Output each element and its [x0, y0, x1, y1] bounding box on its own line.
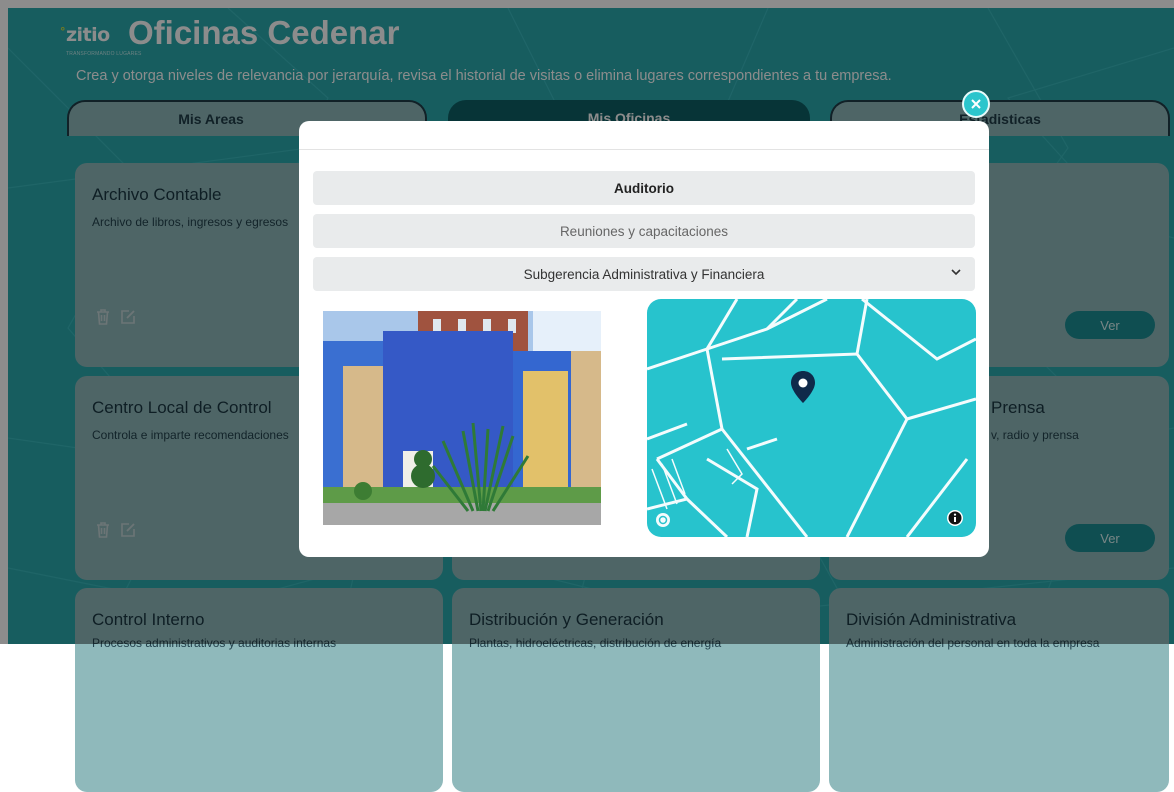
chevron-down-icon: [951, 269, 961, 276]
map-pin-icon[interactable]: [791, 371, 815, 405]
area-select-value: Subgerencia Administrativa y Financiera: [523, 266, 765, 282]
close-modal-button[interactable]: [962, 90, 990, 118]
office-name-field[interactable]: Auditorio: [313, 171, 975, 205]
office-detail-modal: Auditorio Reuniones y capacitaciones Sub…: [299, 121, 989, 557]
close-icon: [971, 99, 981, 109]
info-icon[interactable]: [946, 509, 964, 527]
office-map[interactable]: [647, 299, 976, 537]
office-photo: [323, 311, 601, 525]
office-description-field[interactable]: Reuniones y capacitaciones: [313, 214, 975, 248]
area-select[interactable]: Subgerencia Administrativa y Financiera: [313, 257, 975, 291]
modal-divider: [299, 149, 989, 150]
map-lens-icon[interactable]: [655, 512, 671, 528]
